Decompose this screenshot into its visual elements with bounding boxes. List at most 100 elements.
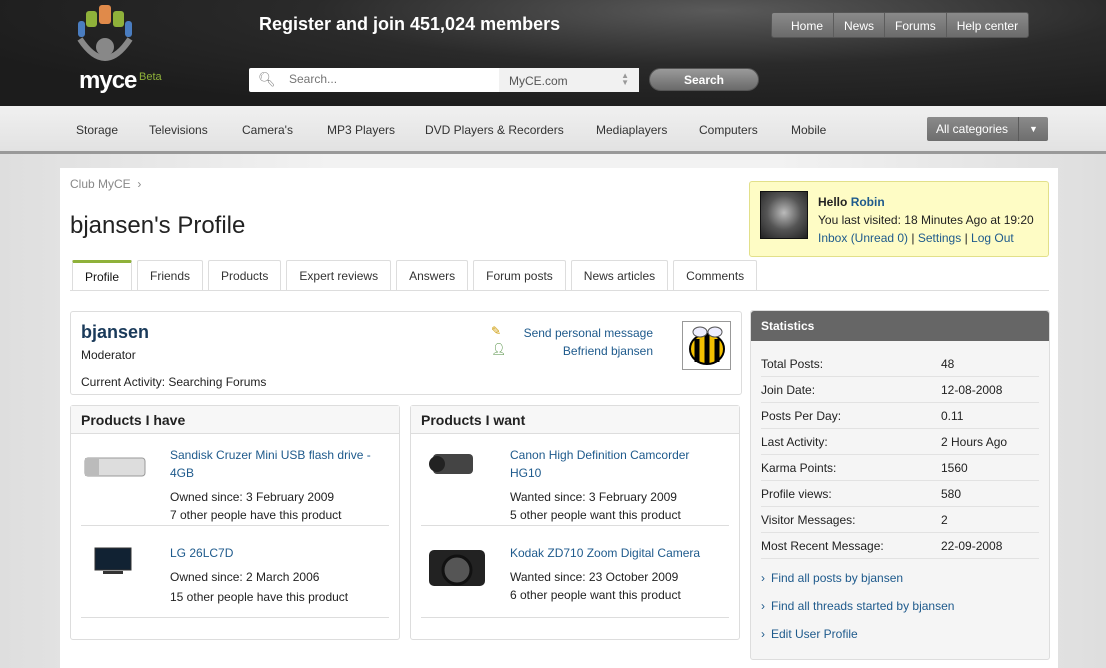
stat-label: Last Activity: xyxy=(761,435,828,449)
last-visited-time: 19:20 xyxy=(1003,213,1034,227)
stat-label: Posts Per Day: xyxy=(761,409,842,423)
products-have-title: Products I have xyxy=(71,406,399,434)
stat-row: Posts Per Day: 0.11 xyxy=(761,403,1039,429)
owned-since: Owned since: 2 March 2006 xyxy=(170,570,320,584)
tab-answers[interactable]: Answers xyxy=(396,260,469,291)
all-categories-label: All categories xyxy=(936,122,1009,136)
tab-products[interactable]: Products xyxy=(208,260,282,291)
breadcrumb-club-myce[interactable]: Club MyCE xyxy=(70,177,131,191)
search-scope-select[interactable]: MyCE.com ▲ ▼ xyxy=(499,68,639,92)
category-dvd-players[interactable]: DVD Players & Recorders xyxy=(425,123,564,137)
tv-image xyxy=(83,546,153,586)
stat-value: 12-08-2008 xyxy=(941,383,1003,397)
last-visited: You last visited: 18 Minutes Ago at xyxy=(818,213,1001,227)
stat-label: Profile views: xyxy=(761,487,832,501)
category-televisions[interactable]: Televisions xyxy=(149,123,208,137)
add-friend-icon: 👤︎ xyxy=(491,342,507,356)
send-message-link[interactable]: Send personal message xyxy=(524,326,653,340)
current-activity: Current Activity: Searching Forums xyxy=(81,375,267,389)
find-posts-link[interactable]: Find all posts by bjansen xyxy=(761,571,903,585)
product-link[interactable]: Kodak ZD710 Zoom Digital Camera xyxy=(510,544,720,562)
logout-link[interactable]: Log Out xyxy=(971,231,1014,245)
edit-profile-link[interactable]: Edit User Profile xyxy=(761,627,858,641)
category-mp3-players[interactable]: MP3 Players xyxy=(327,123,395,137)
category-mobile[interactable]: Mobile xyxy=(791,123,826,137)
inbox-link[interactable]: Inbox (Unread 0) xyxy=(818,231,908,245)
search-box: 🔍︎ MyCE.com ▲▼ xyxy=(249,68,639,92)
register-link[interactable]: Register and join 451,024 members xyxy=(259,14,560,35)
nav-home[interactable]: Home xyxy=(772,13,833,37)
tab-profile[interactable]: Profile xyxy=(72,260,133,291)
logo-mark-icon xyxy=(77,5,133,61)
settings-link[interactable]: Settings xyxy=(918,231,961,245)
scope-value: MyCE.com xyxy=(509,74,568,88)
profile-tabs: Profile Friends Products Expert reviews … xyxy=(72,260,758,291)
stat-label: Join Date: xyxy=(761,383,816,397)
tab-comments[interactable]: Comments xyxy=(673,260,758,291)
stat-row: Last Activity: 2 Hours Ago xyxy=(761,429,1039,455)
products-want-box: Products I want Canon High Definition Ca… xyxy=(410,405,740,640)
befriend-link[interactable]: Befriend bjansen xyxy=(563,344,653,358)
stat-label: Total Posts: xyxy=(761,357,824,371)
wanted-since: Wanted since: 3 February 2009 xyxy=(510,490,677,504)
stat-label: Visitor Messages: xyxy=(761,513,856,527)
separator: | xyxy=(911,231,915,245)
owned-since: Owned since: 3 February 2009 xyxy=(170,490,335,504)
nav-news[interactable]: News xyxy=(833,13,884,37)
category-computers[interactable]: Computers xyxy=(699,123,758,137)
stat-value: 2 xyxy=(941,513,948,527)
tab-expert-reviews[interactable]: Expert reviews xyxy=(286,260,392,291)
chevron-right-icon: › xyxy=(134,177,142,191)
welcome-box: Hello Robin You last visited: 18 Minutes… xyxy=(749,181,1049,257)
stat-row: Visitor Messages: 2 xyxy=(761,507,1039,533)
search-input[interactable] xyxy=(289,72,489,86)
product-link[interactable]: LG 26LC7D xyxy=(170,544,380,562)
statistics-panel: Statistics Total Posts: 48 Join Date: 12-08… xyxy=(750,310,1050,660)
usb-drive-image xyxy=(83,448,153,488)
username-link[interactable]: Robin xyxy=(851,195,885,209)
hello-label: Hello xyxy=(818,195,848,209)
user-avatar[interactable] xyxy=(760,191,808,239)
stat-value: 22-09-2008 xyxy=(941,539,1003,553)
category-storage[interactable]: Storage xyxy=(76,123,118,137)
list-item: Kodak ZD710 Zoom Digital Camera Wanted s… xyxy=(421,544,729,618)
user-avatar-bee xyxy=(682,321,731,370)
nav-help-center[interactable]: Help center xyxy=(945,13,1028,37)
all-categories-dropdown[interactable]: All categories ▼ xyxy=(927,117,1048,141)
product-link[interactable]: Sandisk Cruzer Mini USB flash drive - 4G… xyxy=(170,446,380,482)
stat-value: 48 xyxy=(941,357,955,371)
category-cameras[interactable]: Camera's xyxy=(242,123,293,137)
page-title: bjansen's Profile xyxy=(70,212,246,239)
stat-label: Karma Points: xyxy=(761,461,837,475)
logo-text: myce xyxy=(79,67,137,94)
others-count: 5 other people want this product xyxy=(510,508,681,522)
stat-row: Karma Points: 1560 xyxy=(761,455,1039,481)
breadcrumb: Club MyCE › xyxy=(70,177,141,191)
product-link[interactable]: Canon High Definition Camcorder HG10 xyxy=(510,446,720,482)
list-item: Canon High Definition Camcorder HG10 Wan… xyxy=(421,446,729,526)
search-button[interactable]: Search xyxy=(649,68,759,91)
tab-friends[interactable]: Friends xyxy=(137,260,204,291)
list-item: LG 26LC7D Owned since: 2 March 2006 15 o… xyxy=(81,544,389,618)
tab-forum-posts[interactable]: Forum posts xyxy=(473,260,566,291)
wanted-since: Wanted since: 23 October 2009 xyxy=(510,570,679,584)
site-header: myce Beta Register and join 451,024 memb… xyxy=(0,0,1106,106)
stat-value: 1560 xyxy=(941,461,968,475)
stat-row: Most Recent Message: 22-09-2008 xyxy=(761,533,1039,559)
category-mediaplayers[interactable]: Mediaplayers xyxy=(596,123,667,137)
camcorder-image xyxy=(423,448,493,488)
separator: | xyxy=(964,231,968,245)
find-threads-link[interactable]: Find all threads started by bjansen xyxy=(761,599,954,613)
stat-label: Most Recent Message: xyxy=(761,539,884,553)
myce-logo[interactable]: myce Beta xyxy=(76,5,176,95)
stat-value: 0.11 xyxy=(941,409,964,423)
camera-image xyxy=(423,546,493,586)
others-count: 7 other people have this product xyxy=(170,508,342,522)
nav-forums[interactable]: Forums xyxy=(884,13,946,37)
tab-news-articles[interactable]: News articles xyxy=(570,260,669,291)
pencil-icon: ✎ xyxy=(491,324,502,338)
others-count: 6 other people want this product xyxy=(510,588,681,602)
profile-username: bjansen xyxy=(81,322,150,342)
products-have-box: Products I have Sandisk Cruzer Mini USB … xyxy=(70,405,400,640)
stat-row: Total Posts: 48 xyxy=(761,351,1039,377)
